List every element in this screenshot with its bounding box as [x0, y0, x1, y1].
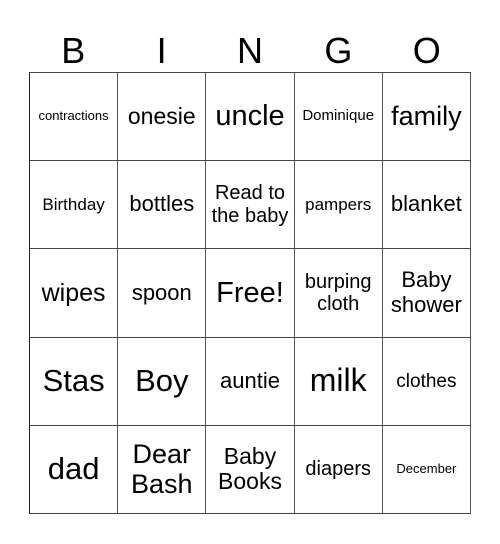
bingo-cell free-space[interactable]: Free! — [206, 249, 295, 338]
header-letter-b: B — [61, 30, 86, 71]
bingo-cell[interactable]: burping cloth — [294, 249, 383, 338]
header-letter-n: N — [236, 30, 263, 71]
header-letter-i: I — [156, 30, 167, 71]
bingo-header: B I N G O — [29, 30, 471, 72]
bingo-cell[interactable]: spoon — [118, 249, 207, 338]
bingo-cell[interactable]: Boy — [118, 337, 207, 426]
bingo-cell[interactable]: contractions — [30, 73, 119, 162]
bingo-cell[interactable]: milk — [294, 337, 383, 426]
bingo-cell[interactable]: diapers — [294, 425, 383, 514]
bingo-cell[interactable]: blanket — [382, 161, 471, 250]
bingo-cell[interactable]: Read to the baby — [206, 161, 295, 250]
bingo-cell[interactable]: clothes — [382, 337, 471, 426]
bingo-grid: contractions onesie uncle Dominique fami… — [29, 72, 471, 514]
bingo-cell[interactable]: bottles — [118, 161, 207, 250]
bingo-cell[interactable]: wipes — [30, 249, 119, 338]
bingo-cell[interactable]: dad — [30, 425, 119, 514]
bingo-cell[interactable]: uncle — [206, 73, 295, 162]
bingo-cell[interactable]: family — [382, 73, 471, 162]
bingo-cell[interactable]: pampers — [294, 161, 383, 250]
bingo-cell[interactable]: Stas — [30, 337, 119, 426]
bingo-cell[interactable]: auntie — [206, 337, 295, 426]
bingo-cell[interactable]: onesie — [118, 73, 207, 162]
bingo-cell[interactable]: Birthday — [30, 161, 119, 250]
header-letter-o: O — [412, 30, 441, 71]
bingo-cell[interactable]: Baby Books — [206, 425, 295, 514]
bingo-cell[interactable]: Dominique — [294, 73, 383, 162]
bingo-cell[interactable]: December — [382, 425, 471, 514]
bingo-cell[interactable]: Dear Bash — [118, 425, 207, 514]
bingo-cell[interactable]: Baby shower — [382, 249, 471, 338]
header-letter-g: G — [324, 30, 353, 71]
